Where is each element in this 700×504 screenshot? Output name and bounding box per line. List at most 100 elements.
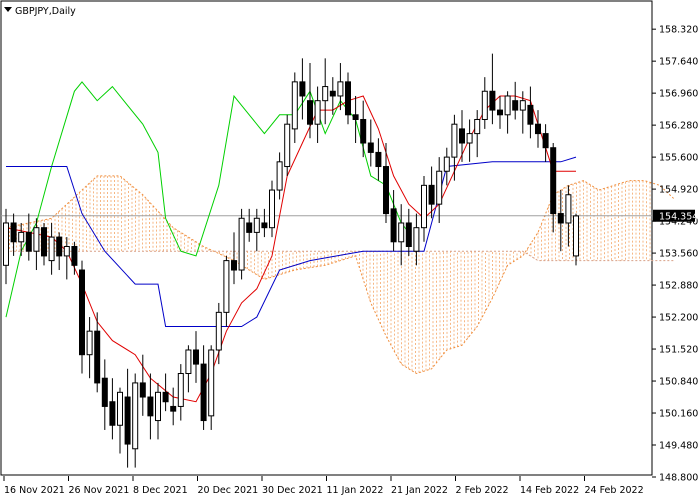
y-tick-label: 152.200 (659, 313, 698, 324)
candle-body (170, 405, 177, 412)
candle-body (573, 215, 579, 257)
candle-body (527, 104, 534, 125)
candle-body (466, 133, 473, 144)
candle (284, 114, 291, 176)
candle-body (459, 128, 465, 144)
candle-body (41, 227, 47, 257)
candle-body (390, 208, 397, 243)
candle-body (352, 114, 359, 120)
candle-body (25, 231, 32, 252)
candle-body (307, 100, 313, 125)
symbol-label: GBPJPY,Daily (15, 6, 76, 17)
candle-body (261, 222, 268, 229)
candle-body (48, 236, 55, 262)
y-tick-label: 149.480 (659, 441, 698, 452)
candle-body (337, 81, 344, 97)
candle-body (253, 217, 260, 233)
candle-body (542, 133, 549, 149)
candle-body (63, 246, 70, 257)
candle-body (497, 109, 503, 116)
candle-body (33, 227, 40, 252)
candle-body (519, 100, 526, 111)
candle-body (139, 382, 146, 398)
candle-body (223, 260, 230, 313)
candle-body (3, 222, 9, 266)
candle-body (557, 213, 564, 224)
candle-body (147, 396, 154, 417)
x-tick-label: 11 Jan 2022 (327, 485, 384, 496)
candle-body (200, 363, 207, 422)
x-tick-label: 20 Dec 2021 (198, 485, 259, 496)
y-tick-label: 148.800 (659, 473, 698, 484)
candle-body (504, 95, 511, 116)
candle-body (231, 260, 237, 271)
candle-body (367, 142, 374, 153)
candle-body (535, 123, 541, 135)
candle-body (10, 222, 17, 243)
candle-body (565, 194, 572, 224)
x-tick-label: 21 Jan 2022 (391, 485, 448, 496)
candle-body (291, 81, 298, 130)
candle-body (329, 90, 336, 97)
y-tick-label: 151.520 (659, 345, 698, 356)
candle-body (215, 311, 222, 351)
y-tick-label: 150.840 (659, 377, 698, 388)
y-tick-label: 155.600 (659, 153, 698, 164)
chart-header: GBPJPY,Daily (4, 6, 76, 17)
x-tick-label: 26 Nov 2021 (69, 485, 130, 496)
y-tick-label: 156.960 (659, 89, 698, 100)
candle-body (299, 81, 306, 97)
candle-body (86, 330, 93, 356)
y-tick-label: 152.880 (659, 281, 698, 292)
candle-body (383, 166, 389, 215)
y-tick-label: 156.280 (659, 121, 698, 132)
candle-body (56, 236, 63, 257)
candle-body (18, 231, 25, 243)
candle-body (443, 156, 450, 172)
candle-body (436, 170, 443, 205)
chart-window[interactable]: 158.320 157.640 156.960 156.280 155.600 154.9… (0, 0, 700, 500)
candle-body (162, 391, 169, 403)
candle-body (117, 391, 123, 426)
candle-body (550, 147, 557, 215)
candle-body (489, 90, 496, 111)
candle-body (155, 391, 161, 422)
candle-body (398, 222, 405, 243)
candle-body (345, 81, 351, 116)
candle-body (474, 118, 481, 135)
chart-canvas[interactable]: 158.320 157.640 156.960 156.280 155.600 154.9… (0, 0, 700, 500)
candle (238, 208, 245, 280)
candle-body (375, 151, 382, 168)
candle-body (451, 123, 458, 158)
candle-body (360, 118, 367, 144)
candle-body (322, 86, 329, 102)
y-tick-label: 153.560 (659, 249, 698, 260)
x-tick-label: 16 Nov 2021 (4, 485, 65, 496)
candle-body (413, 227, 420, 252)
x-tick-label: 14 Feb 2022 (520, 485, 579, 496)
candle-body (101, 377, 108, 407)
candle-body (481, 90, 488, 120)
candle-body (132, 382, 139, 450)
candle-body (79, 269, 85, 356)
candle-body (284, 123, 291, 168)
x-tick-label: 24 Feb 2022 (585, 485, 644, 496)
y-tick-label: 158.320 (659, 25, 698, 36)
candle-body (71, 246, 78, 266)
candle-body (193, 349, 199, 365)
candle-body (314, 100, 321, 125)
candle-body (177, 373, 184, 407)
candle-body (109, 401, 116, 426)
price-axis: 158.320 157.640 156.960 156.280 155.600 154.9… (652, 25, 698, 484)
x-tick-label: 30 Dec 2021 (262, 485, 323, 496)
y-tick-label: 154.920 (659, 185, 698, 196)
plot-background (0, 0, 653, 476)
current-price-badge: 154.354 (653, 209, 698, 223)
candle-body (238, 217, 245, 271)
candle-body (512, 100, 519, 111)
candle-body (94, 330, 101, 384)
price-badge-value: 154.354 (659, 212, 698, 223)
x-tick-label: 8 Dec 2021 (133, 485, 188, 496)
candle-body (246, 222, 253, 233)
candle-body (208, 349, 215, 417)
